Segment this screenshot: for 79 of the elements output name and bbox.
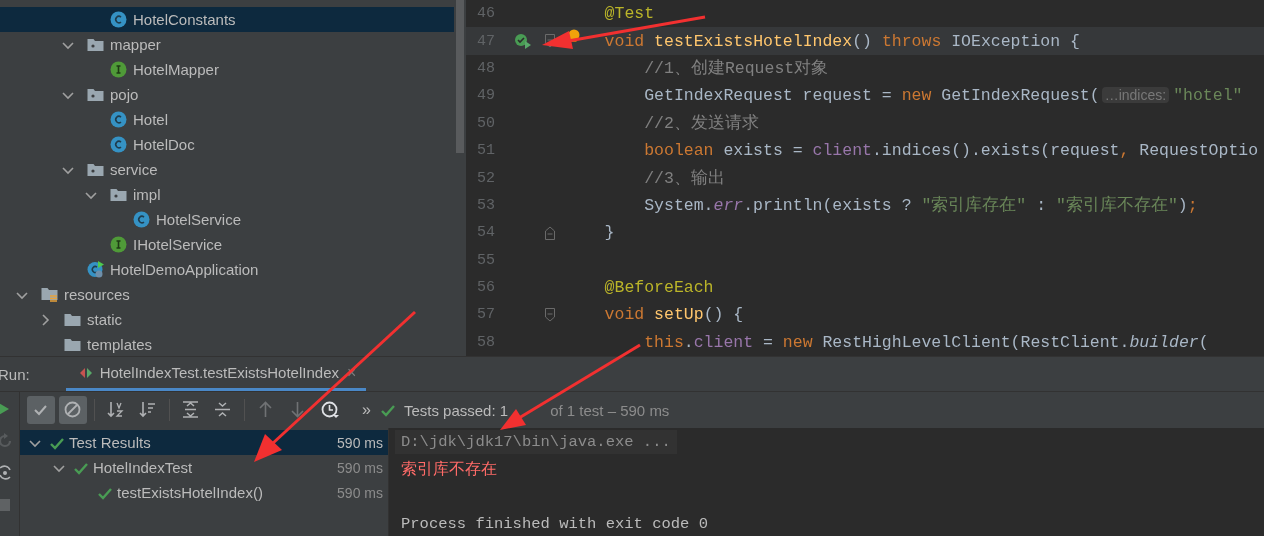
folder-icon: [64, 311, 81, 328]
code-line: //1、创建Request对象: [644, 59, 829, 79]
code-line: this.client = new RestHighLevelClient(RestClient.builder(: [644, 332, 1209, 352]
test-tree-item[interactable]: HotelIndexTest 590 ms: [20, 455, 388, 480]
class-icon: [110, 111, 127, 128]
sort-descending-icon[interactable]: [139, 401, 157, 419]
package-folder-icon: [110, 186, 127, 203]
line-number: 53: [476, 196, 495, 214]
toggle-button[interactable]: [27, 396, 55, 424]
line-number: 52: [476, 169, 495, 187]
code-line: @BeforeEach: [604, 278, 714, 298]
tree-item[interactable]: static: [0, 307, 454, 332]
run-config-icon: [79, 366, 92, 379]
code-line: System.err.println(exists ? "索引库存在" : "索引库不存在");: [644, 196, 1198, 216]
interface-icon: [110, 236, 127, 253]
fold-marker-icon[interactable]: [544, 34, 556, 49]
line-number: 48: [476, 59, 495, 77]
package-folder-icon: [87, 161, 104, 178]
tree-item[interactable]: pojo: [0, 82, 454, 107]
code-line: //3、输出: [644, 169, 725, 189]
tree-item[interactable]: HotelConstants: [0, 7, 454, 32]
no-entry-icon: [64, 401, 82, 419]
console-output: Process finished with exit code 0: [401, 515, 708, 534]
fold-marker-icon[interactable]: [544, 308, 556, 322]
tree-item[interactable]: HotelDemoApplication: [0, 257, 454, 282]
line-number: 49: [476, 87, 495, 105]
interface-icon: [110, 61, 127, 78]
toggle-button[interactable]: [59, 396, 87, 424]
panel-title: Run:: [0, 365, 30, 383]
class-icon: [110, 136, 127, 153]
more-button[interactable]: »: [362, 401, 371, 419]
status-detail: of 1 test – 590 ms: [550, 401, 670, 419]
line-number: 58: [476, 333, 495, 351]
code-line: boolean exists = client.indices().exists(request, RequestOptio: [644, 141, 1259, 161]
package-folder-icon: [87, 36, 104, 53]
fold-marker-icon[interactable]: [544, 225, 556, 240]
duration: 590 ms: [337, 484, 383, 501]
code-line: void setUp() {: [604, 305, 744, 325]
class-icon: [133, 211, 150, 228]
line-number: 54: [476, 224, 495, 242]
code-line: //2、发送请求: [644, 114, 759, 134]
tree-item[interactable]: HotelMapper: [0, 57, 454, 82]
test-tree-item[interactable]: Test Results 590 ms: [20, 430, 388, 455]
status-summary: Tests passed: 1: [403, 401, 509, 419]
tree-item[interactable]: resources: [0, 282, 454, 307]
tree-item[interactable]: HotelDoc: [0, 132, 454, 157]
auto-test-icon[interactable]: [0, 465, 12, 481]
run-test-icon[interactable]: [514, 33, 532, 50]
line-number: 51: [476, 142, 495, 160]
sort-alphabetical-icon[interactable]: [107, 401, 125, 419]
tree-item[interactable]: IHotelService: [0, 232, 454, 257]
line-number: 46: [476, 5, 495, 23]
tree-item[interactable]: impl: [0, 182, 454, 207]
tree-item[interactable]: mapper: [0, 32, 454, 57]
line-number: 57: [476, 306, 495, 324]
tree-item[interactable]: service: [0, 157, 454, 182]
test-tree-item[interactable]: testExistsHotelIndex() 590 ms: [20, 480, 388, 505]
tree-item[interactable]: HotelService: [0, 207, 454, 232]
tree-item[interactable]: templates: [0, 332, 454, 356]
package-folder-icon: [87, 86, 104, 103]
clock-icon[interactable]: [321, 401, 339, 419]
expand-all-icon[interactable]: [182, 401, 200, 419]
tree-item[interactable]: Hotel: [0, 107, 454, 132]
line-number: 56: [476, 279, 495, 297]
resources-folder-icon: [41, 286, 58, 303]
duration: 590 ms: [337, 459, 383, 476]
scrollbar[interactable]: [456, 0, 464, 153]
application-class-icon: [87, 261, 104, 278]
duration: 590 ms: [337, 434, 383, 451]
code-line: }: [604, 223, 615, 243]
line-number: 50: [476, 114, 495, 132]
line-number: 55: [476, 251, 495, 269]
code-line: @Test: [604, 4, 655, 24]
code-line: GetIndexRequest request = new GetIndexRequest( …indices: "hotel": [644, 86, 1243, 106]
error-output: 索引库不存在: [401, 458, 497, 479]
collapse-all-icon[interactable]: [214, 401, 232, 419]
folder-icon: [64, 336, 81, 353]
code-line: void testExistsHotelIndex() throws IOException {: [604, 31, 1080, 51]
class-icon: [110, 11, 127, 28]
